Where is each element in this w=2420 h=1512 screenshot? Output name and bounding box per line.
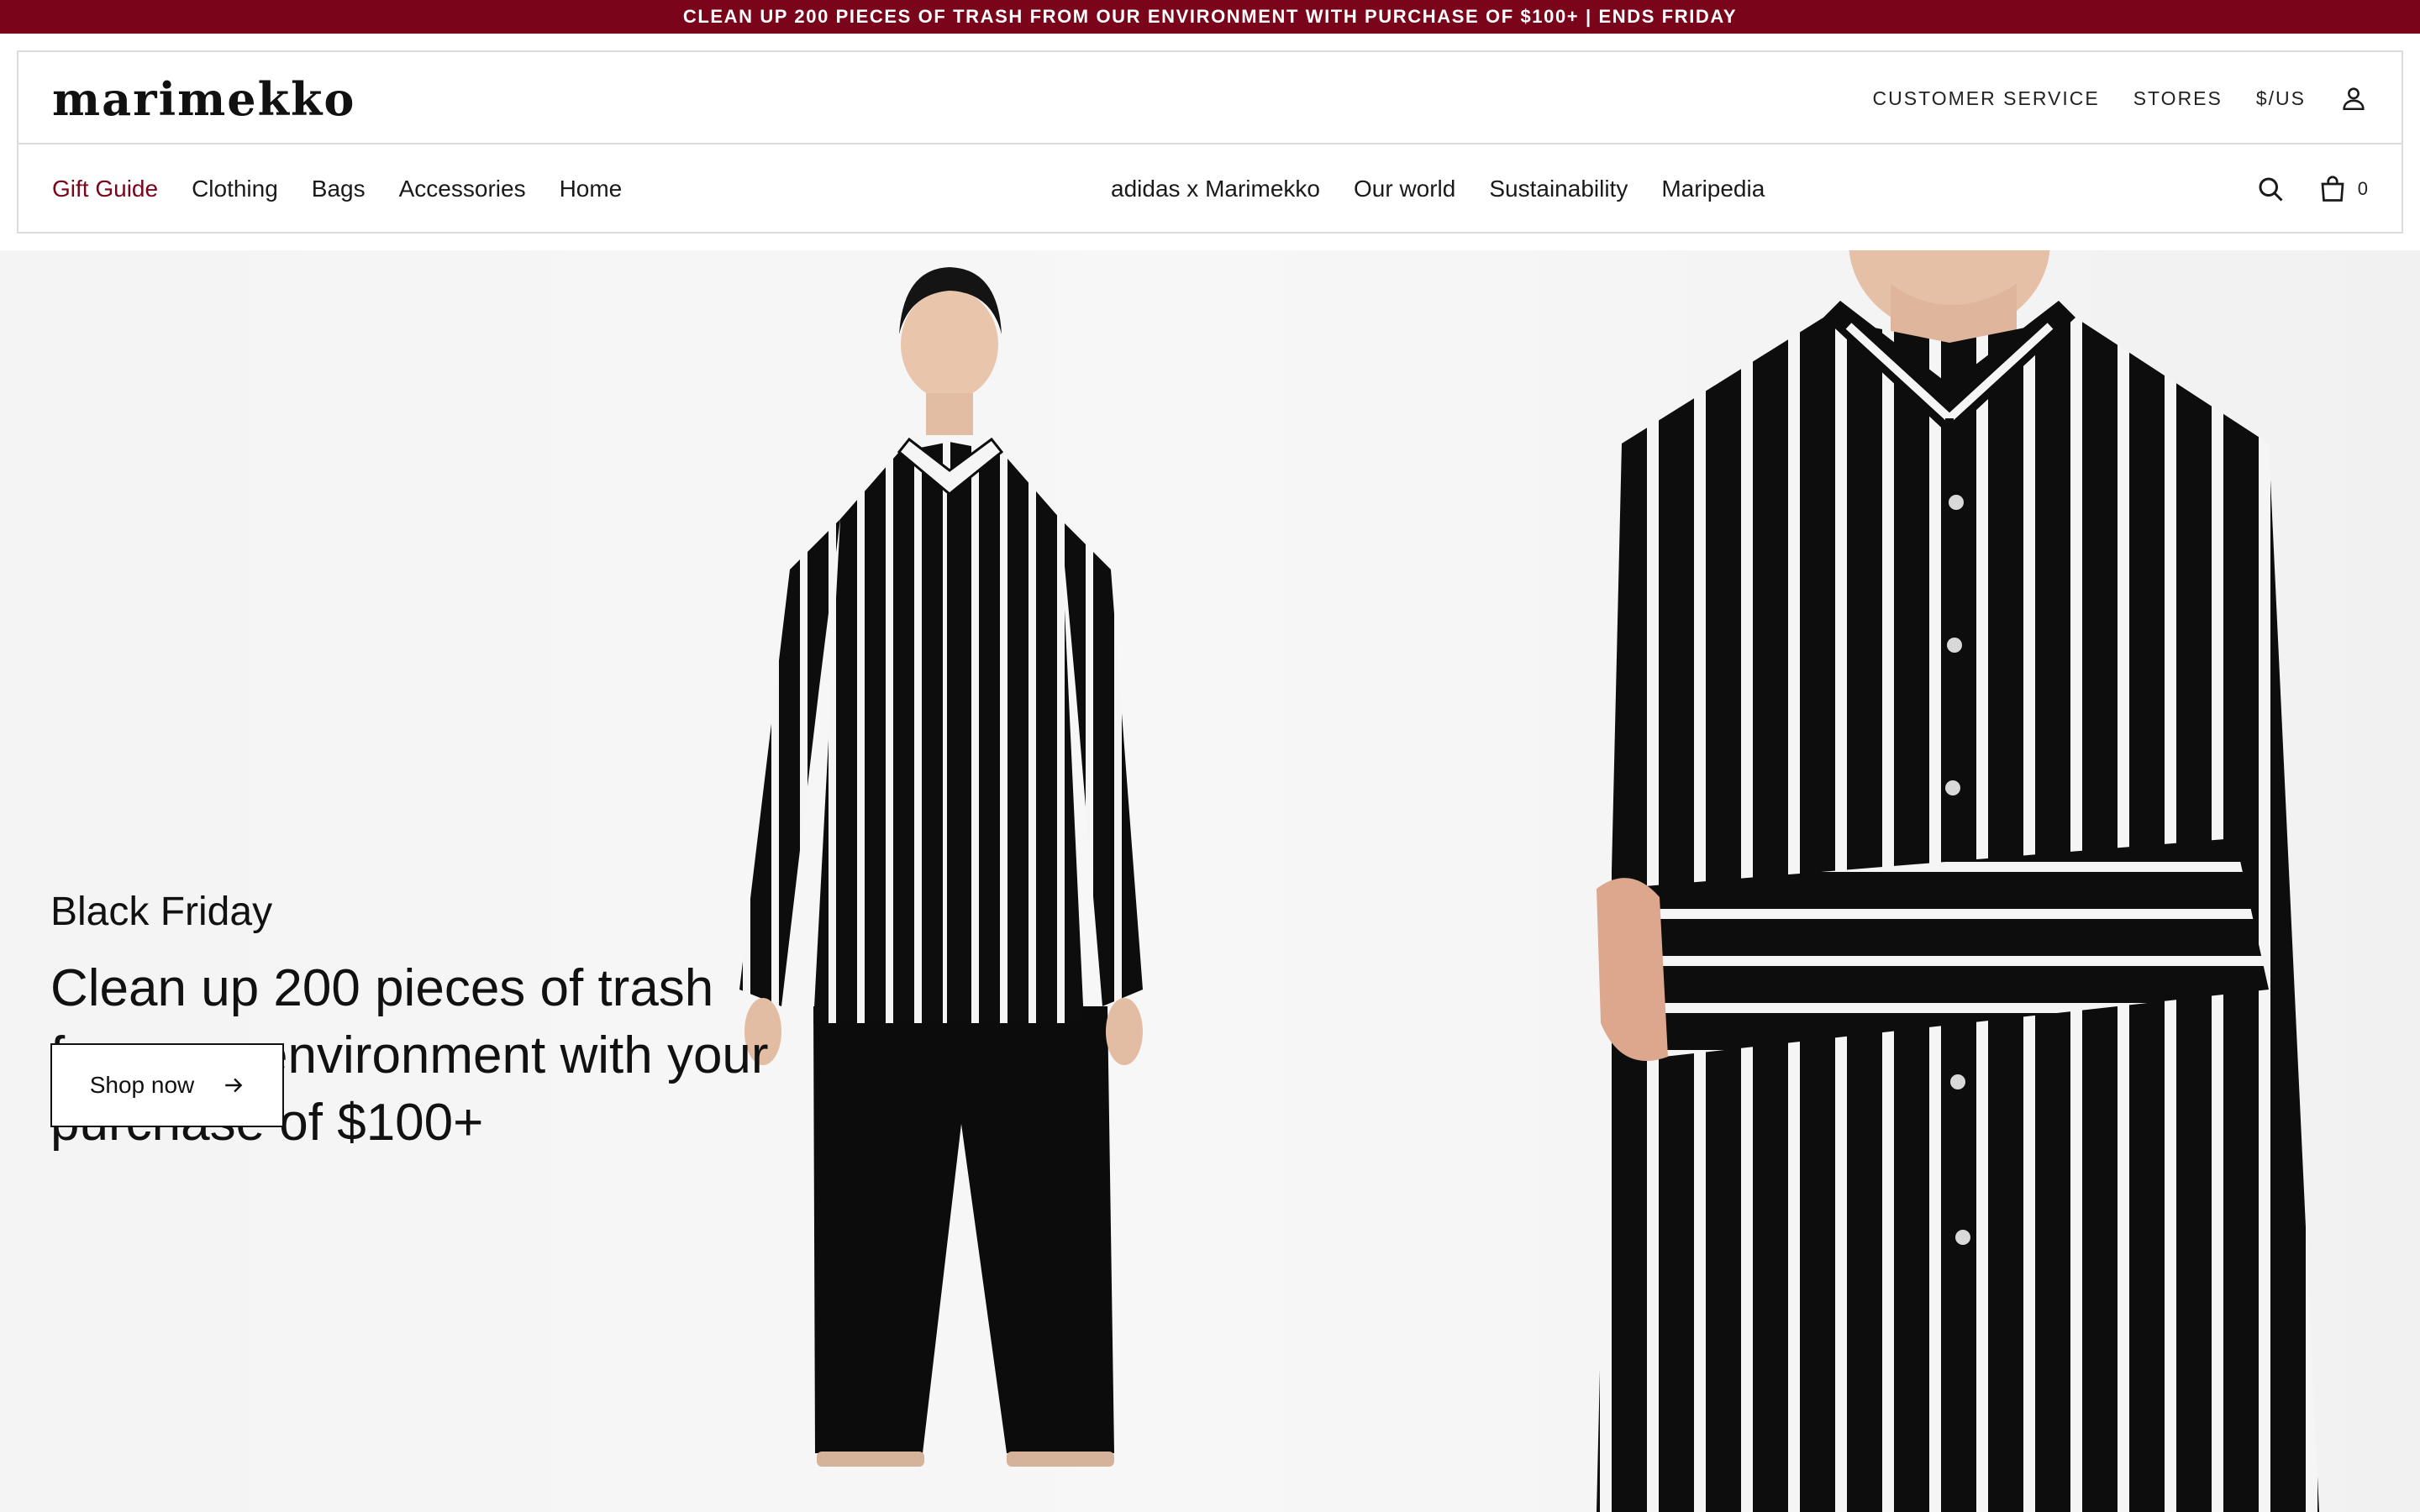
shopping-bag-button[interactable]: 0 (2317, 174, 2368, 204)
nav-bags[interactable]: Bags (312, 176, 366, 202)
nav-home[interactable]: Home (560, 176, 623, 202)
nav-adidas-collab[interactable]: adidas x Marimekko (1111, 176, 1320, 202)
primary-nav: Gift Guide Clothing Bags Accessories Hom… (52, 144, 622, 234)
nav-gift-guide[interactable]: Gift Guide (52, 176, 158, 202)
model-closeup-figure (1597, 250, 2319, 1512)
hero-product-photo (739, 250, 2319, 1512)
hero-eyebrow: Black Friday (50, 890, 273, 934)
bag-icon (2317, 174, 2348, 204)
nav-accessories[interactable]: Accessories (399, 176, 526, 202)
nav-clothing[interactable]: Clothing (192, 176, 278, 202)
search-icon[interactable] (2255, 174, 2286, 204)
header-actions: 0 (2255, 144, 2368, 234)
user-icon[interactable] (2339, 84, 2368, 113)
shop-now-button[interactable]: Shop now (50, 1043, 284, 1127)
shop-now-label: Shop now (89, 1072, 195, 1098)
nav-maripedia[interactable]: Maripedia (1661, 176, 1765, 202)
stores-link[interactable]: STORES (2133, 87, 2223, 110)
header-top-row: marimekko CUSTOMER SERVICE STORES $/US (18, 52, 2402, 144)
header-main-nav-row: Gift Guide Clothing Bags Accessories Hom… (18, 144, 2402, 234)
hero-banner: Black Friday Clean up 200 pieces of tras… (0, 250, 2420, 1512)
utility-nav: CUSTOMER SERVICE STORES $/US (1873, 52, 2368, 144)
promo-text: CLEAN UP 200 PIECES OF TRASH FROM OUR EN… (682, 6, 1738, 27)
customer-service-link[interactable]: CUSTOMER SERVICE (1873, 87, 2100, 110)
site-header: marimekko CUSTOMER SERVICE STORES $/US G… (17, 50, 2403, 234)
promo-banner[interactable]: CLEAN UP 200 PIECES OF TRASH FROM OUR EN… (0, 0, 2420, 34)
brand-logo[interactable]: marimekko (52, 72, 355, 126)
nav-our-world[interactable]: Our world (1354, 176, 1455, 202)
model-full-figure (739, 267, 1143, 1467)
currency-selector[interactable]: $/US (2256, 87, 2306, 110)
nav-sustainability[interactable]: Sustainability (1489, 176, 1628, 202)
arrow-right-icon (223, 1074, 245, 1096)
secondary-nav: adidas x Marimekko Our world Sustainabil… (1111, 144, 1765, 234)
bag-count: 0 (2357, 178, 2368, 199)
